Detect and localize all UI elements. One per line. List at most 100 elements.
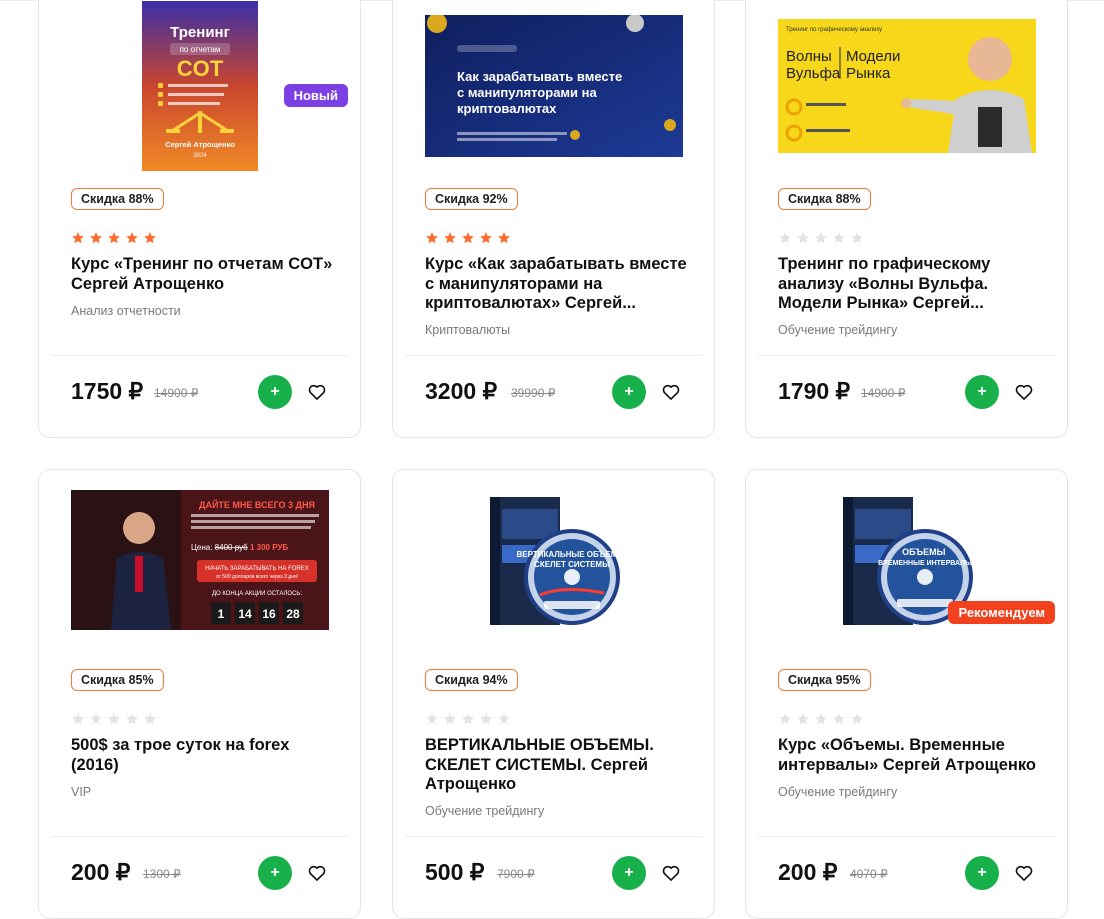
product-title[interactable]: Курс «Объемы. Временные интервалы» Серге… xyxy=(778,736,1047,775)
star-icon xyxy=(797,232,809,244)
star-icon xyxy=(144,713,156,725)
rating-stars xyxy=(71,712,157,726)
svg-text:от 500 долларов всего через 3: от 500 долларов всего через 3 дня! xyxy=(215,574,297,580)
price: 3200 ₽ xyxy=(425,378,498,404)
add-to-cart-button[interactable]: + xyxy=(612,856,646,890)
price: 200 ₽ xyxy=(71,859,131,885)
heart-icon[interactable] xyxy=(1014,382,1034,402)
cover-main: COT xyxy=(176,56,223,81)
product-category[interactable]: Обучение трейдингу xyxy=(778,785,897,799)
product-card[interactable]: ВЕРТИКАЛЬНЫЕ ОБЪЕМЫ СКЕЛЕТ СИСТЕМЫ Скидк… xyxy=(392,469,715,919)
rating-stars xyxy=(425,231,511,245)
star-icon xyxy=(779,232,791,244)
old-price: 14900 ₽ xyxy=(861,386,906,400)
cover-year: 2024 xyxy=(193,153,207,159)
product-title[interactable]: Курс «Как зарабатывать вместе с манипуля… xyxy=(425,255,694,314)
star-icon xyxy=(72,713,84,725)
old-price: 7900 ₽ xyxy=(497,867,535,881)
old-price: 39990 ₽ xyxy=(511,386,556,400)
countdown-minutes: 16 xyxy=(262,607,276,621)
price: 500 ₽ xyxy=(425,859,485,885)
discount-badge: Скидка 94% xyxy=(425,669,518,691)
card-divider xyxy=(51,355,348,356)
product-category[interactable]: Криптовалюты xyxy=(425,323,510,337)
heart-icon[interactable] xyxy=(1014,863,1034,883)
add-to-cart-button[interactable]: + xyxy=(612,375,646,409)
rating-stars xyxy=(425,712,511,726)
product-image[interactable]: ДАЙТЕ МНЕ ВСЕГО 3 ДНЯ Цена: 8400 руб 1 3… xyxy=(39,490,360,630)
price: 1750 ₽ xyxy=(71,378,144,404)
banner-title: ДАЙТЕ МНЕ ВСЕГО 3 ДНЯ xyxy=(199,499,315,510)
add-to-cart-button[interactable]: + xyxy=(258,856,292,890)
product-image[interactable]: Тренинг по графическому анализу Волны Вул… xyxy=(746,1,1067,171)
product-title[interactable]: 500$ за трое суток на forex (2016) xyxy=(71,736,340,775)
star-icon xyxy=(426,713,438,725)
star-icon xyxy=(498,232,510,244)
product-card[interactable]: ОБЪЕМЫ ВРЕМЕННЫЕ ИНТЕРВАЛЫ Рекомендуем С… xyxy=(745,469,1068,919)
plus-icon: + xyxy=(977,864,987,881)
countdown-days: 1 xyxy=(217,607,224,621)
product-image[interactable]: ВЕРТИКАЛЬНЫЕ ОБЪЕМЫ СКЕЛЕТ СИСТЕМЫ xyxy=(393,484,714,644)
product-card[interactable]: Тренинг по отчетам COT Сергей Атрощенко … xyxy=(38,0,361,438)
product-category[interactable]: Анализ отчетности xyxy=(71,304,181,318)
plus-icon: + xyxy=(624,383,634,400)
discount-badge: Скидка 88% xyxy=(778,188,871,210)
svg-text:Цена: 8400 руб 1 300 РУБ: Цена: 8400 руб 1 300 РУБ xyxy=(191,543,288,552)
star-icon xyxy=(108,232,120,244)
star-icon xyxy=(126,713,138,725)
old-price: 14900 ₽ xyxy=(154,386,199,400)
plus-icon: + xyxy=(977,383,987,400)
star-icon xyxy=(90,713,102,725)
product-banner-image: Как зарабатывать вместе с манипуляторами… xyxy=(424,15,683,157)
product-category[interactable]: Обучение трейдингу xyxy=(425,804,544,818)
heart-icon[interactable] xyxy=(307,863,327,883)
cover-author: Сергей Атрощенко xyxy=(165,140,235,149)
product-category[interactable]: Обучение трейдингу xyxy=(778,323,897,337)
heart-icon[interactable] xyxy=(661,382,681,402)
star-icon xyxy=(444,713,456,725)
product-title[interactable]: Тренинг по графическому анализу «Волны В… xyxy=(778,255,1047,314)
star-icon xyxy=(90,232,102,244)
star-icon xyxy=(462,713,474,725)
recommend-badge: Рекомендуем xyxy=(948,601,1055,624)
card-divider xyxy=(405,836,702,837)
old-price: 4070 ₽ xyxy=(850,867,888,881)
product-title[interactable]: ВЕРТИКАЛЬНЫЕ ОБЪЕМЫ. СКЕЛЕТ СИСТЕМЫ. Сер… xyxy=(425,736,694,795)
discount-badge: Скидка 95% xyxy=(778,669,871,691)
product-category[interactable]: VIP xyxy=(71,785,91,799)
svg-text:ДО КОНЦА АКЦИИ ОСТАЛОСЬ:: ДО КОНЦА АКЦИИ ОСТАЛОСЬ: xyxy=(211,591,301,597)
plus-icon: + xyxy=(270,864,280,881)
heart-icon[interactable] xyxy=(661,863,681,883)
plus-icon: + xyxy=(624,864,634,881)
star-icon xyxy=(126,232,138,244)
cover-title: Тренинг xyxy=(170,24,230,41)
star-icon xyxy=(498,713,510,725)
star-icon xyxy=(108,713,120,725)
discount-badge: Скидка 88% xyxy=(71,188,164,210)
product-cover-image: Тренинг по отчетам COT Сергей Атрощенко … xyxy=(141,1,258,171)
heart-icon[interactable] xyxy=(307,382,327,402)
product-title[interactable]: Курс «Тренинг по отчетам COT» Сергей Атр… xyxy=(71,255,340,294)
star-icon xyxy=(480,713,492,725)
svg-text:НАЧАТЬ ЗАРАБАТЫВАТЬ НА FOREX: НАЧАТЬ ЗАРАБАТЫВАТЬ НА FOREX xyxy=(205,566,309,572)
countdown-seconds: 28 xyxy=(286,607,300,621)
add-to-cart-button[interactable]: + xyxy=(258,375,292,409)
rating-stars xyxy=(71,231,157,245)
product-card[interactable]: ДАЙТЕ МНЕ ВСЕГО 3 ДНЯ Цена: 8400 руб 1 3… xyxy=(38,469,361,919)
star-icon xyxy=(144,232,156,244)
product-image[interactable]: Как зарабатывать вместе с манипуляторами… xyxy=(393,1,714,171)
card-divider xyxy=(758,836,1055,837)
star-icon xyxy=(426,232,438,244)
card-divider xyxy=(51,836,348,837)
cover-subtitle: по отчетам xyxy=(179,45,220,54)
plus-icon: + xyxy=(270,383,280,400)
discount-badge: Скидка 92% xyxy=(425,188,518,210)
banner-top: Тренинг по графическому анализу xyxy=(786,27,882,33)
add-to-cart-button[interactable]: + xyxy=(965,375,999,409)
product-card[interactable]: Как зарабатывать вместе с манипуляторами… xyxy=(392,0,715,438)
add-to-cart-button[interactable]: + xyxy=(965,856,999,890)
product-card[interactable]: Тренинг по графическому анализу Волны Вул… xyxy=(745,0,1068,438)
price: 1790 ₽ xyxy=(778,378,851,404)
star-icon xyxy=(444,232,456,244)
star-icon xyxy=(851,232,863,244)
